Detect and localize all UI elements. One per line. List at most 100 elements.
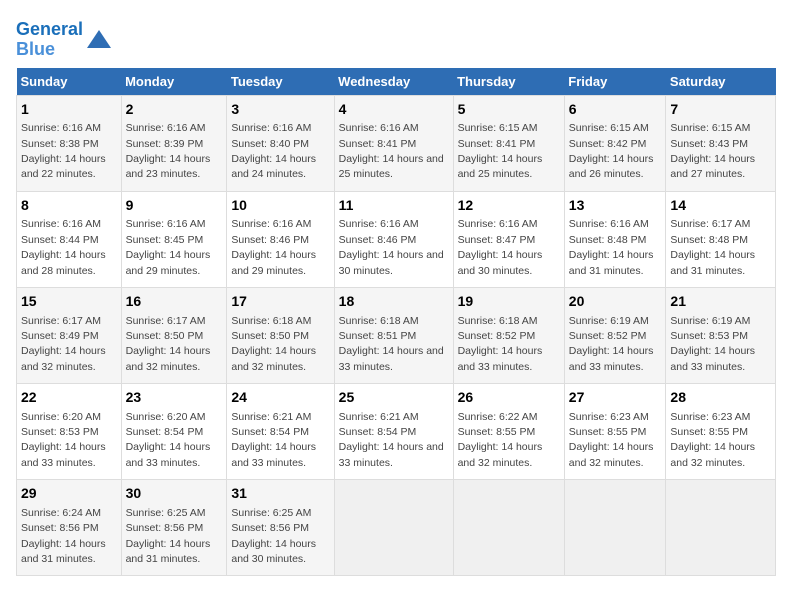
day-info: Sunrise: 6:20 AMSunset: 8:53 PMDaylight:… [21,411,106,469]
day-info: Sunrise: 6:16 AMSunset: 8:45 PMDaylight:… [126,218,211,276]
calendar-cell [334,480,453,576]
calendar-header: SundayMondayTuesdayWednesdayThursdayFrid… [17,68,776,96]
day-info: Sunrise: 6:16 AMSunset: 8:39 PMDaylight:… [126,122,211,180]
day-number: 27 [569,388,662,408]
day-number: 21 [670,292,771,312]
page-header: General Blue [16,16,776,60]
day-number: 5 [458,100,560,120]
calendar-cell: 5Sunrise: 6:15 AMSunset: 8:41 PMDaylight… [453,95,564,191]
day-info: Sunrise: 6:17 AMSunset: 8:49 PMDaylight:… [21,315,106,373]
day-info: Sunrise: 6:16 AMSunset: 8:44 PMDaylight:… [21,218,106,276]
calendar-cell: 4Sunrise: 6:16 AMSunset: 8:41 PMDaylight… [334,95,453,191]
logo-text: General Blue [16,20,83,60]
calendar-cell: 25 Sunrise: 6:21 AMSunset: 8:54 PMDayligh… [334,384,453,480]
calendar-cell: 8Sunrise: 6:16 AMSunset: 8:44 PMDaylight… [17,191,122,287]
logo-icon [85,26,113,54]
day-info: Sunrise: 6:18 AMSunset: 8:51 PMDaylight:… [339,315,444,373]
calendar-body: 1Sunrise: 6:16 AMSunset: 8:38 PMDaylight… [17,95,776,576]
day-number: 6 [569,100,662,120]
day-info: Sunrise: 6:15 AMSunset: 8:43 PMDaylight:… [670,122,755,180]
day-info: Sunrise: 6:22 AMSunset: 8:55 PMDaylight:… [458,411,543,469]
calendar-cell: 26 Sunrise: 6:22 AMSunset: 8:55 PMDayligh… [453,384,564,480]
day-number: 2 [126,100,223,120]
calendar-cell: 27Sunrise: 6:23 AMSunset: 8:55 PMDayligh… [564,384,666,480]
calendar-week-2: 8Sunrise: 6:16 AMSunset: 8:44 PMDaylight… [17,191,776,287]
calendar-cell: 14Sunrise: 6:17 AMSunset: 8:48 PMDayligh… [666,191,776,287]
calendar-cell: 16 Sunrise: 6:17 AMSunset: 8:50 PMDayligh… [121,287,227,383]
calendar-cell: 24Sunrise: 6:21 AMSunset: 8:54 PMDayligh… [227,384,334,480]
calendar-cell [666,480,776,576]
day-number: 15 [21,292,117,312]
day-info: Sunrise: 6:16 AMSunset: 8:38 PMDaylight:… [21,122,106,180]
calendar-week-3: 15 Sunrise: 6:17 AMSunset: 8:49 PMDayligh… [17,287,776,383]
day-header-thursday: Thursday [453,68,564,96]
day-number: 13 [569,196,662,216]
day-info: Sunrise: 6:18 AMSunset: 8:52 PMDaylight:… [458,315,543,373]
calendar-cell: 20 Sunrise: 6:19 AMSunset: 8:52 PMDayligh… [564,287,666,383]
day-info: Sunrise: 6:15 AMSunset: 8:41 PMDaylight:… [458,122,543,180]
day-number: 30 [126,484,223,504]
day-header-wednesday: Wednesday [334,68,453,96]
day-header-friday: Friday [564,68,666,96]
day-number: 31 [231,484,329,504]
calendar-cell: 28 Sunrise: 6:23 AMSunset: 8:55 PMDayligh… [666,384,776,480]
calendar-cell: 2Sunrise: 6:16 AMSunset: 8:39 PMDaylight… [121,95,227,191]
day-number: 24 [231,388,329,408]
calendar-cell: 3Sunrise: 6:16 AMSunset: 8:40 PMDaylight… [227,95,334,191]
day-number: 3 [231,100,329,120]
day-info: Sunrise: 6:25 AMSunset: 8:56 PMDaylight:… [126,507,211,565]
calendar-table: SundayMondayTuesdayWednesdayThursdayFrid… [16,68,776,577]
day-number: 19 [458,292,560,312]
day-number: 12 [458,196,560,216]
day-number: 14 [670,196,771,216]
calendar-cell [564,480,666,576]
calendar-cell: 19 Sunrise: 6:18 AMSunset: 8:52 PMDayligh… [453,287,564,383]
day-number: 17 [231,292,329,312]
calendar-cell: 22 Sunrise: 6:20 AMSunset: 8:53 PMDayligh… [17,384,122,480]
day-number: 25 [339,388,449,408]
day-info: Sunrise: 6:15 AMSunset: 8:42 PMDaylight:… [569,122,654,180]
day-info: Sunrise: 6:23 AMSunset: 8:55 PMDaylight:… [670,411,755,469]
calendar-cell: 21 Sunrise: 6:19 AMSunset: 8:53 PMDayligh… [666,287,776,383]
day-info: Sunrise: 6:16 AMSunset: 8:46 PMDaylight:… [339,218,444,276]
calendar-cell: 17Sunrise: 6:18 AMSunset: 8:50 PMDayligh… [227,287,334,383]
day-number: 23 [126,388,223,408]
day-number: 10 [231,196,329,216]
day-info: Sunrise: 6:16 AMSunset: 8:47 PMDaylight:… [458,218,543,276]
day-number: 16 [126,292,223,312]
calendar-cell: 6Sunrise: 6:15 AMSunset: 8:42 PMDaylight… [564,95,666,191]
day-info: Sunrise: 6:19 AMSunset: 8:53 PMDaylight:… [670,315,755,373]
calendar-cell: 7Sunrise: 6:15 AMSunset: 8:43 PMDaylight… [666,95,776,191]
day-number: 4 [339,100,449,120]
calendar-week-1: 1Sunrise: 6:16 AMSunset: 8:38 PMDaylight… [17,95,776,191]
day-number: 26 [458,388,560,408]
day-info: Sunrise: 6:19 AMSunset: 8:52 PMDaylight:… [569,315,654,373]
day-info: Sunrise: 6:17 AMSunset: 8:50 PMDaylight:… [126,315,211,373]
day-header-monday: Monday [121,68,227,96]
day-number: 29 [21,484,117,504]
day-info: Sunrise: 6:24 AMSunset: 8:56 PMDaylight:… [21,507,106,565]
calendar-cell: 31Sunrise: 6:25 AMSunset: 8:56 PMDayligh… [227,480,334,576]
day-number: 11 [339,196,449,216]
day-header-saturday: Saturday [666,68,776,96]
day-number: 28 [670,388,771,408]
day-info: Sunrise: 6:16 AMSunset: 8:48 PMDaylight:… [569,218,654,276]
calendar-cell: 12Sunrise: 6:16 AMSunset: 8:47 PMDayligh… [453,191,564,287]
calendar-cell: 15 Sunrise: 6:17 AMSunset: 8:49 PMDayligh… [17,287,122,383]
logo: General Blue [16,20,113,60]
day-info: Sunrise: 6:20 AMSunset: 8:54 PMDaylight:… [126,411,211,469]
day-number: 8 [21,196,117,216]
calendar-cell [453,480,564,576]
day-header-sunday: Sunday [17,68,122,96]
day-header-tuesday: Tuesday [227,68,334,96]
day-number: 7 [670,100,771,120]
day-info: Sunrise: 6:21 AMSunset: 8:54 PMDaylight:… [339,411,444,469]
calendar-cell: 9Sunrise: 6:16 AMSunset: 8:45 PMDaylight… [121,191,227,287]
calendar-cell: 11Sunrise: 6:16 AMSunset: 8:46 PMDayligh… [334,191,453,287]
day-info: Sunrise: 6:17 AMSunset: 8:48 PMDaylight:… [670,218,755,276]
calendar-week-4: 22 Sunrise: 6:20 AMSunset: 8:53 PMDayligh… [17,384,776,480]
day-number: 20 [569,292,662,312]
day-number: 22 [21,388,117,408]
day-number: 1 [21,100,117,120]
day-number: 18 [339,292,449,312]
